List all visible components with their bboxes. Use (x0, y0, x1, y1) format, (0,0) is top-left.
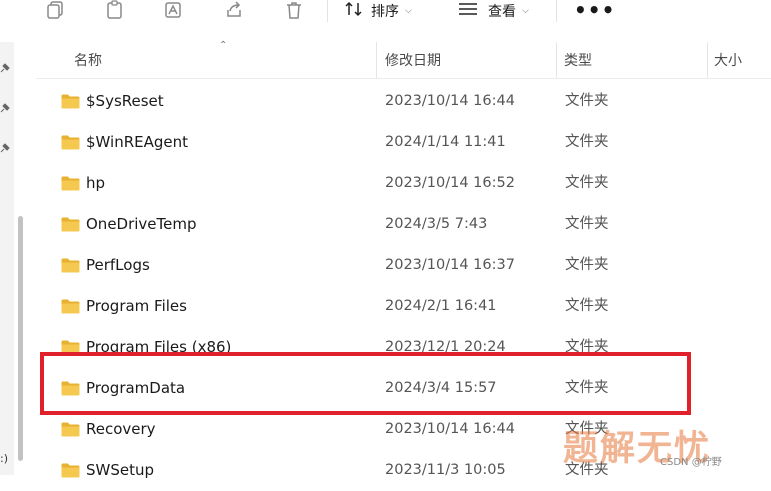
sort-ascending-icon: ⌃ (219, 40, 228, 51)
view-button[interactable]: 查看 ⌵ (458, 0, 529, 22)
folder-icon (61, 381, 80, 396)
file-modified-date: 2024/3/5 7:43 (385, 216, 488, 232)
folder-icon (61, 135, 80, 150)
column-header-type-label: 类型 (564, 53, 592, 69)
file-row[interactable]: PerfLogs 2023/10/14 16:37 文件夹 (40, 245, 771, 286)
file-modified-date: 2023/10/14 16:37 (385, 257, 515, 273)
folder-icon (61, 422, 80, 437)
folder-icon (61, 94, 80, 109)
column-header-size-label: 大小 (714, 53, 742, 69)
folder-icon (61, 258, 80, 273)
file-row[interactable]: Program Files (x86) 2023/12/1 20:24 文件夹 (40, 327, 771, 368)
folder-icon (61, 176, 80, 191)
column-header-size[interactable]: 大小 (714, 42, 742, 78)
view-icon (458, 2, 478, 20)
pin-icon[interactable] (0, 58, 10, 73)
file-row[interactable]: ProgramData 2024/3/4 15:57 文件夹 (40, 368, 771, 409)
more-options-button[interactable]: ••• (574, 0, 615, 22)
column-divider[interactable] (707, 42, 708, 78)
folder-icon (61, 463, 80, 478)
column-header-name[interactable]: 名称 (74, 42, 102, 78)
file-modified-date: 2024/1/14 11:41 (385, 134, 506, 150)
file-type: 文件夹 (565, 339, 609, 355)
file-name[interactable]: SWSetup (86, 450, 154, 491)
column-header-date[interactable]: 修改日期 (385, 42, 441, 78)
file-type: 文件夹 (565, 298, 609, 314)
file-type: 文件夹 (565, 134, 609, 150)
file-type: 文件夹 (565, 175, 609, 191)
file-name[interactable]: Program Files (x86) (86, 327, 231, 368)
file-name[interactable]: hp (86, 163, 105, 204)
folder-icon (61, 299, 80, 314)
file-row[interactable]: Program Files 2024/2/1 16:41 文件夹 (40, 286, 771, 327)
column-header-row: ⌃ 名称 修改日期 类型 大小 (36, 40, 771, 79)
file-modified-date: 2024/3/4 15:57 (385, 380, 497, 396)
chevron-down-icon: ⌵ (405, 6, 412, 16)
file-row[interactable]: $WinREAgent 2024/1/14 11:41 文件夹 (40, 122, 771, 163)
file-type: 文件夹 (565, 216, 609, 232)
file-name[interactable]: $WinREAgent (86, 122, 188, 163)
file-name[interactable]: $SysReset (86, 81, 164, 122)
column-header-date-label: 修改日期 (385, 53, 441, 69)
sort-label: 排序 (371, 4, 399, 20)
file-type: 文件夹 (565, 380, 609, 396)
file-modified-date: 2023/10/14 16:44 (385, 93, 515, 109)
file-type: 文件夹 (565, 93, 609, 109)
file-row[interactable]: OneDriveTemp 2024/3/5 7:43 文件夹 (40, 204, 771, 245)
file-type: 文件夹 (565, 257, 609, 273)
file-name[interactable]: Program Files (86, 286, 187, 327)
view-label: 查看 (488, 4, 516, 20)
file-modified-date: 2023/10/14 16:52 (385, 175, 515, 191)
folder-icon (61, 340, 80, 355)
file-name[interactable]: OneDriveTemp (86, 204, 197, 245)
command-bar: 排序 ⌵ 查看 ⌵ ••• (0, 0, 771, 26)
sort-button[interactable]: 排序 ⌵ (345, 0, 412, 22)
file-row[interactable]: $SysReset 2023/10/14 16:44 文件夹 (40, 81, 771, 122)
file-modified-date: 2024/2/1 16:41 (385, 298, 497, 314)
file-row[interactable]: hp 2023/10/14 16:52 文件夹 (40, 163, 771, 204)
column-header-name-label: 名称 (74, 53, 102, 69)
file-name[interactable]: ProgramData (86, 368, 185, 409)
toolbar-divider (327, 0, 328, 22)
column-divider[interactable] (556, 42, 557, 78)
file-modified-date: 2023/11/3 10:05 (385, 462, 506, 478)
file-name[interactable]: PerfLogs (86, 245, 150, 286)
file-modified-date: 2023/10/14 16:44 (385, 421, 515, 437)
share-icon[interactable] (223, 0, 245, 21)
file-modified-date: 2023/12/1 20:24 (385, 339, 506, 355)
copy-icon[interactable] (44, 0, 66, 21)
column-header-type[interactable]: 类型 (564, 42, 592, 78)
sort-icon (345, 1, 363, 21)
toolbar-divider (556, 0, 557, 22)
rename-icon[interactable] (163, 0, 185, 21)
folder-icon (61, 217, 80, 232)
chevron-down-icon: ⌵ (522, 6, 529, 16)
delete-icon[interactable] (283, 0, 305, 21)
column-divider[interactable] (376, 42, 377, 78)
csdn-watermark: CSDN @柠野 (660, 457, 722, 468)
file-name[interactable]: Recovery (86, 409, 156, 450)
paste-icon[interactable] (104, 0, 126, 21)
file-list: $SysReset 2023/10/14 16:44 文件夹 $WinREAgent 2… (0, 81, 771, 479)
